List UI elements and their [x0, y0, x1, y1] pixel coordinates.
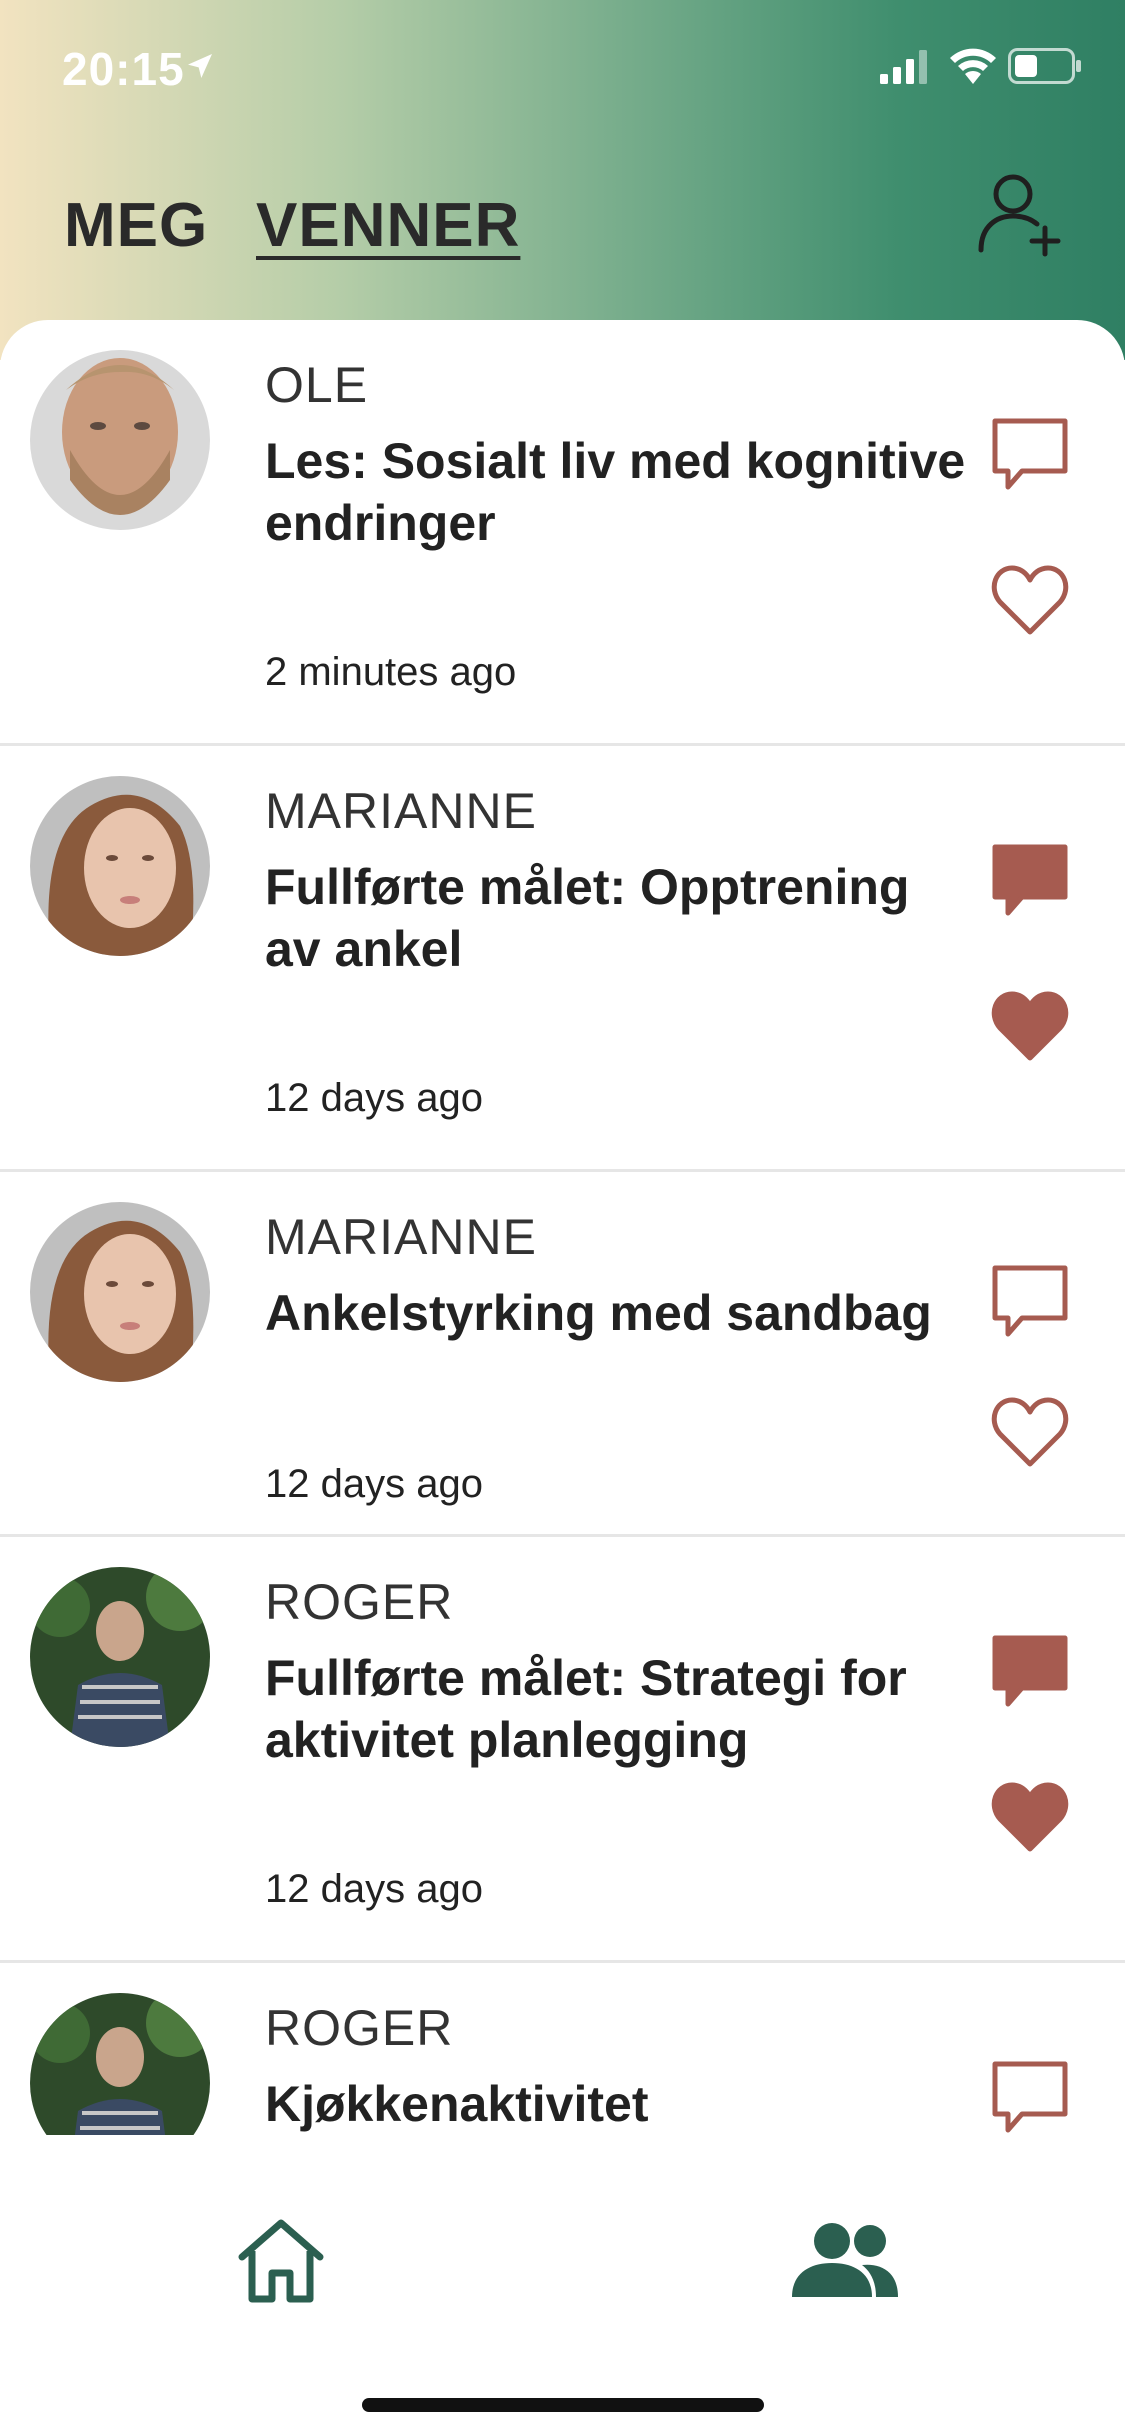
comment-icon[interactable] — [990, 841, 1070, 921]
feed-item: ROGER Fullførte målet: Strategi for akti… — [0, 1537, 1125, 1963]
timestamp: 12 days ago — [265, 1867, 483, 1911]
avatar[interactable] — [30, 776, 210, 956]
cellular-signal-icon — [880, 50, 927, 84]
home-indicator — [362, 2398, 764, 2412]
friend-name: MARIANNE — [265, 783, 537, 839]
activity-title[interactable]: Ankelstyrking med sandbag — [265, 1282, 975, 1344]
heart-icon[interactable] — [990, 560, 1070, 640]
friend-name: OLE — [265, 357, 369, 413]
friends-feed: OLE Les: Sosialt liv med kognitive endri… — [0, 320, 1125, 2135]
tab-venner[interactable]: VENNER — [256, 190, 520, 261]
timestamp: 12 days ago — [265, 1462, 483, 1506]
bottom-nav — [0, 2135, 1125, 2436]
avatar[interactable] — [30, 350, 210, 530]
activity-title[interactable]: Kjøkkenaktivitet — [265, 2073, 975, 2135]
timestamp: 12 days ago — [265, 1076, 483, 1120]
heart-icon[interactable] — [990, 1392, 1070, 1472]
timestamp: 2 minutes ago — [265, 650, 517, 694]
activity-title[interactable]: Fullførte målet: Opptrening av ankel — [265, 856, 975, 980]
home-icon[interactable] — [236, 2215, 326, 2305]
avatar[interactable] — [30, 1993, 210, 2135]
friend-name: ROGER — [265, 2000, 454, 2056]
comment-icon[interactable] — [990, 1262, 1070, 1342]
friend-name: MARIANNE — [265, 1209, 537, 1265]
heart-icon[interactable] — [990, 1777, 1070, 1857]
header: 20:15 MEG VENNER — [0, 0, 1125, 360]
friends-icon[interactable] — [790, 2219, 900, 2299]
comment-icon[interactable] — [990, 1632, 1070, 1712]
feed-item: OLE Les: Sosialt liv med kognitive endri… — [0, 320, 1125, 746]
feed-item: MARIANNE Ankelstyrking med sandbag 12 da… — [0, 1172, 1125, 1537]
comment-icon[interactable] — [990, 2058, 1070, 2135]
battery-icon — [1008, 48, 1081, 84]
feed-item: ROGER Kjøkkenaktivitet — [0, 1963, 1125, 2135]
tab-meg[interactable]: MEG — [64, 190, 208, 261]
comment-icon[interactable] — [990, 415, 1070, 495]
heart-icon[interactable] — [990, 986, 1070, 1066]
status-time: 20:15 — [62, 43, 185, 95]
wifi-icon — [950, 48, 996, 84]
activity-title[interactable]: Fullførte målet: Strategi for aktivitet … — [265, 1647, 975, 1771]
avatar[interactable] — [30, 1567, 210, 1747]
activity-title[interactable]: Les: Sosialt liv med kognitive endringer — [265, 430, 975, 554]
location-arrow-icon — [188, 54, 212, 78]
feed-item: MARIANNE Fullførte målet: Opptrening av … — [0, 746, 1125, 1172]
friend-name: ROGER — [265, 1574, 454, 1630]
avatar[interactable] — [30, 1202, 210, 1382]
add-person-icon[interactable] — [975, 168, 1065, 258]
status-bar: 20:15 — [0, 0, 1125, 140]
